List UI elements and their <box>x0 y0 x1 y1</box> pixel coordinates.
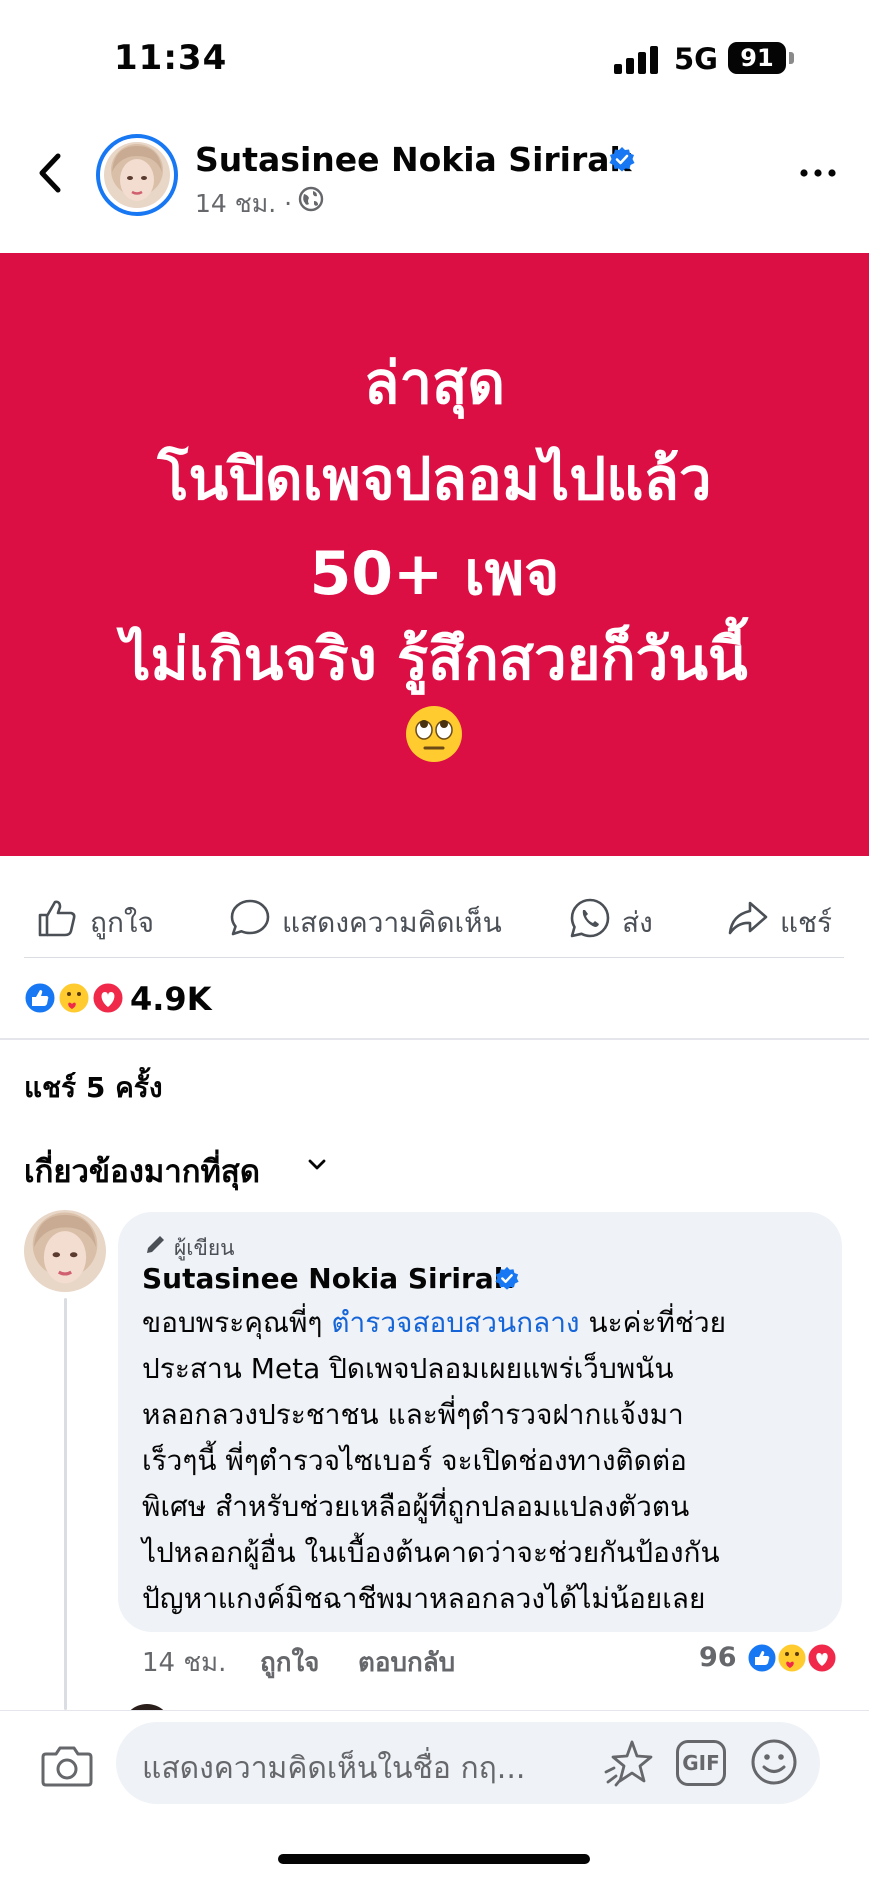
comment-label: แสดงความคิดเห็น <box>282 906 502 939</box>
chevron-down-icon[interactable] <box>304 1152 330 1178</box>
verified-icon <box>609 147 635 172</box>
comment-line-7: ปัญหาแกงค์มิชฉาชีพมาหลอกลวงได้ไม่น้อยเลย <box>142 1582 706 1615</box>
author-badge-label: ผู้เขียน <box>174 1236 235 1260</box>
post-timestamp: 14 ชม. · <box>195 189 293 218</box>
banner-line-3: 50+ เพจ <box>309 539 560 609</box>
comment-avatar[interactable] <box>24 1210 106 1292</box>
comment-input-placeholder: แสดงความคิดเห็นในชื่อ กฤ... <box>142 1751 526 1786</box>
like-icon <box>38 900 76 937</box>
comment-line-1-end: นะค่ะที่ช่วย <box>579 1306 727 1339</box>
reaction-count: 4.9K <box>130 980 212 1018</box>
share-button[interactable]: แชร์ <box>726 885 846 951</box>
comment-line-4: เร็วๆนี้ พี่ๆตำรวจไซเบอร์ จะเปิดช่องทางต… <box>142 1444 687 1477</box>
signal-icon <box>614 46 664 74</box>
sticker-icon[interactable] <box>602 1738 654 1788</box>
comment-line-6: ไปหลอกผู้อื่น ในเบื้องต้นคาดว่าจะช่วยกัน… <box>142 1536 720 1569</box>
comment-reaction-icons <box>746 1641 839 1675</box>
mention-link[interactable]: ตำรวจสอบสวนกลาง <box>331 1306 579 1339</box>
globe-icon <box>298 186 324 212</box>
verified-icon <box>495 1266 519 1290</box>
comment-line-2: ประสาน Meta ปิดเพจปลอมเผยแพร่เว็บพนัน <box>142 1352 674 1385</box>
author-avatar[interactable] <box>96 134 178 216</box>
pencil-icon <box>147 1234 166 1253</box>
comment-line-1: ขอบพระคุณพี่ๆ ตำรวจสอบสวนกลาง นะค่ะที่ช่… <box>142 1300 832 1346</box>
status-time: 11:34 <box>114 38 228 78</box>
send-button[interactable]: ส่ง <box>568 885 678 951</box>
gif-icon[interactable]: GIF <box>676 1740 726 1786</box>
comment-timestamp: 14 ชม. <box>142 1648 227 1678</box>
network-type: 5G <box>674 42 718 76</box>
home-indicator[interactable] <box>278 1854 590 1864</box>
comment-reply-button[interactable]: ตอบกลับ <box>358 1642 455 1683</box>
comment-text: ขอบพระคุณพี่ๆ ตำรวจสอบสวนกลาง นะค่ะที่ช่… <box>142 1300 832 1622</box>
banner-line-1: ล่าสุด <box>363 349 506 417</box>
post-action-bar: ถูกใจ แสดงความคิดเห็น ส่ง แชร์ <box>0 885 869 951</box>
comment-reaction-count[interactable]: 96 <box>699 1642 737 1673</box>
reaction-summary[interactable]: 4.9K <box>22 978 342 1018</box>
more-options-icon[interactable] <box>796 158 840 188</box>
send-label: ส่ง <box>622 906 653 939</box>
comment-line-3: หลอกลวงประชาชน และพี่ๆตำรวจฝากแจ้งมา <box>142 1398 684 1431</box>
banner-line-2: โนปิดเพจปลอมไปแล้ว <box>157 445 712 513</box>
action-divider <box>24 957 844 958</box>
status-bar: 11:34 5G 91 <box>0 0 869 118</box>
comment-icon <box>230 899 270 936</box>
avatar-image <box>104 142 170 208</box>
battery-icon: 91 <box>728 42 786 74</box>
reaction-icons <box>22 980 126 1016</box>
section-separator <box>0 1038 869 1040</box>
emoji-icon[interactable] <box>750 1738 798 1786</box>
battery-tip <box>789 52 794 64</box>
whatsapp-icon <box>570 898 610 938</box>
thread-line <box>64 1298 67 1710</box>
comment-line-5: พิเศษ สำหรับช่วยเหลือผู้ที่ถูกปลอมแปลงตั… <box>142 1490 690 1523</box>
banner-line-4: ไม่เกินจริง รู้สึกสวยก็วันนี้ <box>121 625 748 693</box>
share-label: แชร์ <box>780 906 833 939</box>
comment-line-1-start: ขอบพระคุณพี่ๆ <box>142 1306 332 1339</box>
back-icon[interactable] <box>30 148 70 198</box>
comment-button[interactable]: แสดงความคิดเห็น <box>228 885 502 951</box>
like-label: ถูกใจ <box>90 906 154 939</box>
author-name[interactable]: Sutasinee Nokia Sirirak <box>195 140 631 179</box>
comment-like-button[interactable]: ถูกใจ <box>260 1642 319 1683</box>
share-icon <box>728 901 768 935</box>
rolling-eyes-emoji-icon <box>406 706 462 762</box>
comment-author-name[interactable]: Sutasinee Nokia Sirirak <box>142 1262 512 1295</box>
camera-icon[interactable] <box>40 1740 94 1790</box>
share-count[interactable]: แชร์ 5 ครั้ง <box>24 1066 163 1110</box>
comment-sort-dropdown[interactable]: เกี่ยวข้องมากที่สุด <box>24 1146 260 1196</box>
like-button[interactable]: ถูกใจ <box>36 885 166 951</box>
